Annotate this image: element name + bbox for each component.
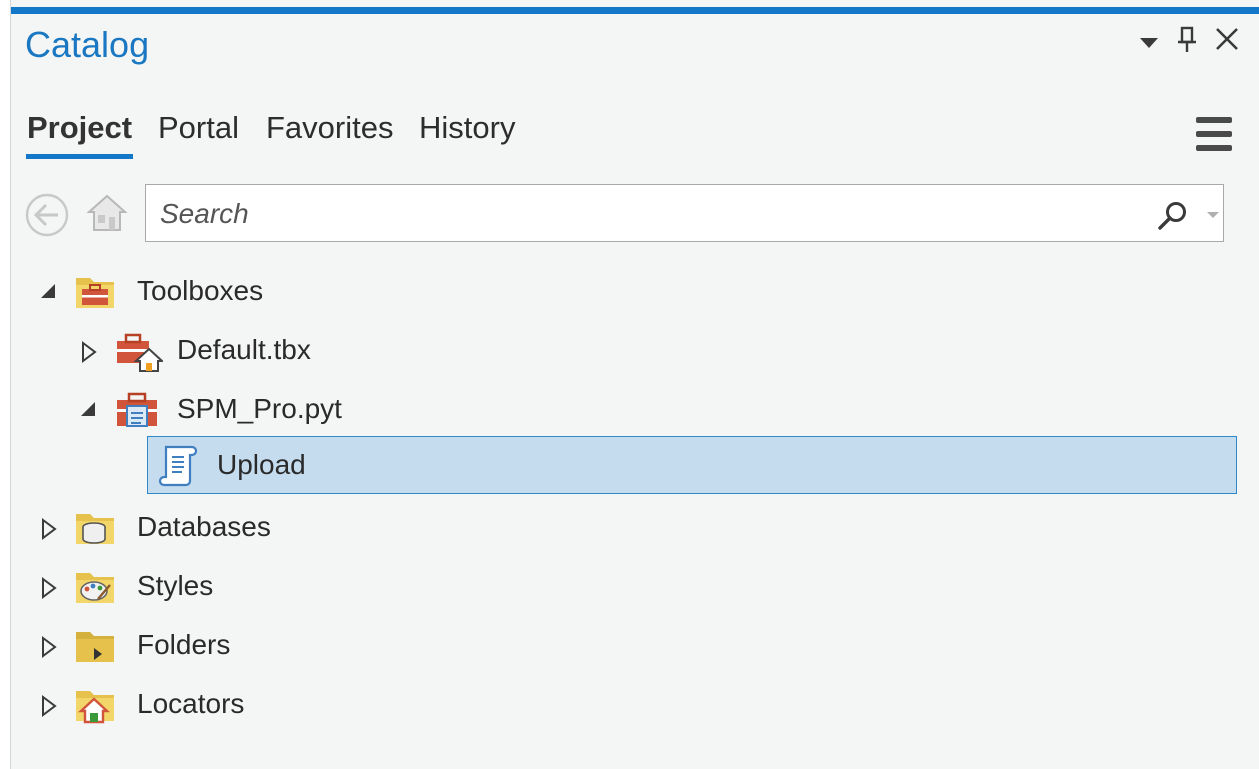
tree-item-spm-pro-pyt[interactable]: SPM_Pro.pyt: [11, 380, 1241, 438]
tab-portal[interactable]: Portal: [158, 110, 239, 146]
folders-folder-icon: [74, 628, 116, 669]
pane-options-dropdown-icon[interactable]: [1139, 36, 1159, 55]
tree-item-default-tbx[interactable]: Default.tbx: [11, 321, 1241, 379]
search-icon[interactable]: [1156, 200, 1190, 237]
collapsed-arrow-icon[interactable]: [41, 636, 57, 663]
tree-item-toolboxes[interactable]: Toolboxes: [11, 262, 1241, 320]
tree-item-styles[interactable]: Styles: [11, 557, 1241, 615]
toolboxes-folder-icon: [74, 274, 116, 315]
search-input[interactable]: [158, 195, 1122, 233]
close-icon[interactable]: [1214, 26, 1240, 57]
tree-item-label: Databases: [137, 511, 271, 542]
search-options-chevron-down-icon[interactable]: [1206, 207, 1220, 225]
tab-history[interactable]: History: [419, 110, 515, 146]
tree-item-label: Toolboxes: [137, 275, 264, 306]
catalog-pane: Catalog Project Portal Favorites History: [10, 0, 1259, 769]
tree-item-databases[interactable]: Databases: [11, 498, 1241, 556]
tree-item-label: Folders: [137, 629, 231, 660]
tree-item-label: Locators: [137, 688, 245, 719]
pane-accent-bar: [11, 7, 1259, 14]
tab-favorites[interactable]: Favorites: [266, 110, 393, 146]
databases-folder-icon: [74, 510, 116, 551]
tree-item-upload[interactable]: Upload: [147, 436, 1237, 494]
styles-folder-icon: [74, 569, 116, 610]
pane-title: Catalog: [25, 24, 150, 65]
tree-item-locators[interactable]: Locators: [11, 675, 1241, 733]
back-arrow-icon[interactable]: [24, 192, 70, 243]
collapsed-arrow-icon[interactable]: [41, 695, 57, 722]
tree-item-label: SPM_Pro.pyt: [177, 393, 342, 424]
tree-item-label: Default.tbx: [177, 334, 311, 365]
locators-folder-icon: [74, 687, 116, 730]
collapsed-arrow-icon[interactable]: [81, 341, 97, 368]
home-icon[interactable]: [86, 193, 128, 238]
python-toolbox-icon: [115, 392, 161, 435]
expanded-arrow-icon[interactable]: [79, 400, 97, 423]
search-box: [145, 184, 1224, 242]
pin-icon[interactable]: [1176, 26, 1198, 59]
collapsed-arrow-icon[interactable]: [41, 577, 57, 604]
script-tool-icon: [158, 445, 198, 492]
tree-item-label: Upload: [217, 449, 306, 480]
active-tab-indicator: [26, 154, 133, 159]
hamburger-menu-icon[interactable]: [1195, 116, 1233, 157]
expanded-arrow-icon[interactable]: [39, 282, 57, 305]
toolbox-home-icon: [115, 333, 165, 378]
tree-item-folders[interactable]: Folders: [11, 616, 1241, 674]
tree-item-label: Styles: [137, 570, 214, 601]
tab-project[interactable]: Project: [27, 110, 132, 146]
collapsed-arrow-icon[interactable]: [41, 518, 57, 545]
